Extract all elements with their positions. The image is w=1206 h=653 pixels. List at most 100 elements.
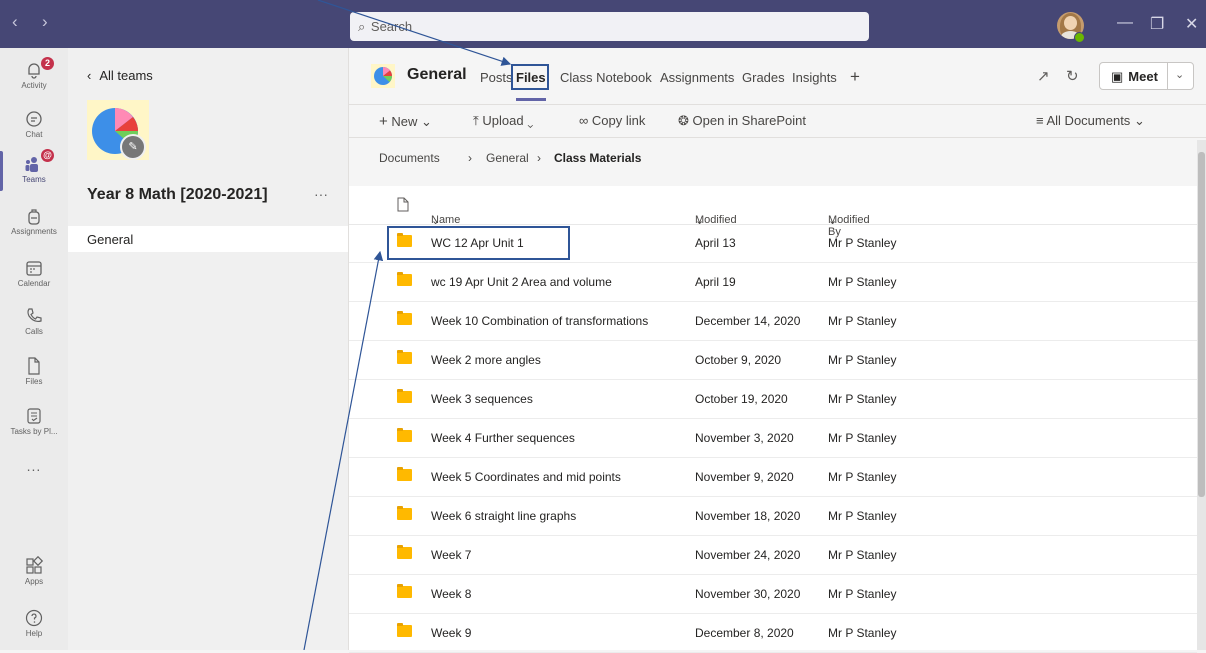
more-icon: ... (26, 458, 42, 474)
folder-icon (397, 545, 412, 559)
video-camera-icon: ▣ (1111, 69, 1124, 84)
restore-icon[interactable]: ❐ (1150, 14, 1164, 34)
team-name: Year 8 Math [2020-2021] (87, 186, 268, 203)
file-list: Name ⌄ Modified ⌄ Modified By ⌄ WC 12 Ap… (349, 186, 1197, 653)
table-row[interactable]: Week 8 November 30, 2020 Mr P Stanley (349, 575, 1197, 614)
team-more-options[interactable]: ··· (314, 186, 328, 202)
breadcrumb-current: Class Materials (554, 151, 642, 165)
channel-team-icon (371, 64, 395, 88)
search-icon: ⌕ (358, 19, 366, 34)
rail-item-chat[interactable]: Chat (0, 103, 68, 149)
channel-header: General Posts Files Class Notebook Assig… (349, 48, 1206, 105)
sharepoint-icon: ❂ (678, 113, 689, 128)
table-row[interactable]: Week 6 straight line graphs November 18, … (349, 497, 1197, 536)
chevron-left-icon: ‹ (87, 68, 92, 83)
tab-class-notebook[interactable]: Class Notebook (560, 70, 652, 85)
table-row[interactable]: Week 9 December 8, 2020 Mr P Stanley (349, 614, 1197, 653)
help-icon (25, 609, 43, 627)
expand-icon[interactable]: ↗ (1037, 67, 1050, 85)
table-row[interactable]: Week 4 Further sequences November 3, 2020… (349, 419, 1197, 458)
upload-icon: ⤒ (473, 113, 479, 128)
channel-item-general[interactable]: General (68, 226, 348, 252)
refresh-icon[interactable]: ↻ (1066, 67, 1079, 85)
app-bar: Activity 2 Chat Teams @ Assignments Cale… (0, 48, 68, 650)
tab-insights[interactable]: Insights (792, 70, 837, 85)
chevron-left-icon[interactable]: ‹ (12, 12, 18, 32)
rail-item-calendar[interactable]: Calendar (0, 252, 68, 298)
folder-icon (397, 428, 412, 442)
breadcrumb-general[interactable]: General (486, 151, 529, 165)
folder-icon (397, 350, 412, 364)
rail-item-apps[interactable]: Apps (0, 550, 68, 596)
phone-icon (27, 308, 42, 323)
upload-button[interactable]: ⤒ Upload ⌄ (473, 113, 533, 129)
rail-item-tasks[interactable]: Tasks by Pl... (0, 400, 68, 446)
breadcrumb: Documents › General › Class Materials (349, 151, 1206, 171)
tab-grades[interactable]: Grades (742, 70, 785, 85)
column-header-row: Name ⌄ Modified ⌄ Modified By ⌄ (349, 186, 1197, 238)
folder-icon (397, 506, 412, 520)
add-tab-button[interactable]: + (850, 67, 860, 87)
tab-posts[interactable]: Posts (480, 70, 513, 85)
breadcrumb-documents[interactable]: Documents (379, 151, 440, 165)
tab-assignments[interactable]: Assignments (660, 70, 734, 85)
chevron-right-icon: › (468, 151, 472, 165)
file-type-icon (397, 197, 409, 215)
table-row[interactable]: Week 5 Coordinates and mid points Novembe… (349, 458, 1197, 497)
rail-item-help[interactable]: Help (0, 602, 68, 648)
close-icon[interactable]: ✕ (1185, 14, 1198, 34)
search-input[interactable]: ⌕ Search (350, 12, 869, 41)
chevron-right-icon[interactable]: › (42, 12, 48, 32)
folder-icon (397, 311, 412, 325)
view-selector[interactable]: ≡ All Documents ⌄ (1036, 113, 1145, 129)
tasks-icon (27, 408, 41, 424)
chevron-down-icon: ⌄ (1133, 113, 1145, 128)
table-row[interactable]: Week 3 sequences October 19, 2020 Mr P Sta… (349, 380, 1197, 419)
chat-icon (26, 111, 42, 127)
scrollbar-thumb[interactable] (1198, 152, 1205, 497)
table-row[interactable]: Week 2 more angles October 9, 2020 Mr P St… (349, 341, 1197, 380)
activity-badge: 2 (41, 57, 54, 70)
edit-team-picture-button[interactable]: ✎ (120, 134, 146, 160)
folder-icon (397, 623, 412, 637)
rail-item-calls[interactable]: Calls (0, 300, 68, 346)
chevron-down-icon[interactable]: ⌄ (1175, 68, 1184, 81)
search-placeholder: Search (370, 19, 413, 34)
team-panel: ‹ All teams ✎ Year 8 Math [2020-2021] ···… (68, 48, 349, 650)
presence-available-icon (1074, 32, 1085, 43)
annotation-highlight-files-tab (511, 64, 549, 90)
rail-item-files[interactable]: Files (0, 350, 68, 396)
folder-icon (397, 389, 412, 403)
open-in-sharepoint-button[interactable]: ❂ Open in SharePoint (678, 113, 806, 129)
plus-icon: + (379, 113, 388, 130)
chevron-down-icon: ⌄ (421, 114, 432, 129)
list-view-icon: ≡ (1036, 113, 1044, 128)
folder-icon (397, 272, 412, 286)
rail-item-teams[interactable]: Teams (0, 148, 68, 194)
apps-icon (26, 556, 44, 574)
minimize-icon[interactable]: — (1117, 14, 1133, 32)
all-teams-link[interactable]: ‹ All teams (87, 68, 153, 83)
new-button[interactable]: + New ⌄ (379, 113, 432, 130)
files-view: General Posts Files Class Notebook Assig… (349, 48, 1206, 653)
link-icon: ∞ (579, 113, 589, 128)
files-toolbar: + New ⌄ ⤒ Upload ⌄ ∞ Copy link ❂ Open in… (349, 105, 1206, 138)
meet-button[interactable]: ▣ Meet ⌄ (1099, 62, 1194, 90)
file-icon (28, 357, 40, 375)
annotation-highlight-folder (387, 226, 570, 260)
title-bar: ‹ › ⌕ Search — ❐ ✕ (0, 0, 1206, 48)
rail-item-assignments[interactable]: Assignments (0, 200, 68, 246)
more-apps-button[interactable]: ... (0, 452, 68, 498)
calendar-icon (26, 261, 42, 276)
table-row[interactable]: Week 10 Combination of transformations De… (349, 302, 1197, 341)
table-row[interactable]: Week 7 November 24, 2020 Mr P Stanley (349, 536, 1197, 575)
active-tab-indicator (516, 98, 546, 101)
chevron-down-icon: ⌄ (527, 113, 534, 128)
channel-name: General (407, 66, 467, 83)
rail-item-activity[interactable]: Activity (0, 54, 68, 100)
copy-link-button[interactable]: ∞ Copy link (579, 113, 645, 128)
table-row[interactable]: wc 19 Apr Unit 2 Area and volume April 19… (349, 263, 1197, 302)
folder-icon (397, 584, 412, 598)
folder-icon (397, 467, 412, 481)
chevron-right-icon: › (537, 151, 541, 165)
